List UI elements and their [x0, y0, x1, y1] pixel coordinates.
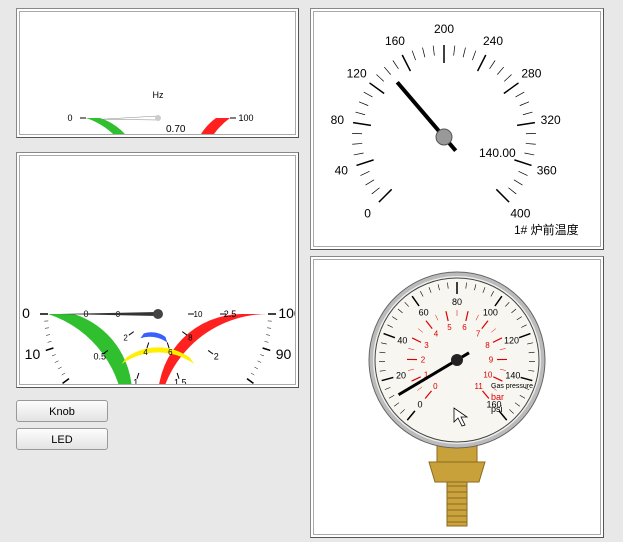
svg-text:6: 6 — [168, 348, 173, 357]
svg-text:8: 8 — [485, 341, 490, 350]
gauge-hz-panel: 0102030405060708090100Hz0.70 — [16, 8, 299, 138]
svg-text:8: 8 — [188, 334, 193, 343]
svg-text:0: 0 — [364, 206, 371, 220]
svg-text:3: 3 — [424, 341, 429, 350]
svg-text:200: 200 — [434, 22, 454, 36]
svg-text:4: 4 — [143, 348, 148, 357]
svg-text:400: 400 — [510, 206, 530, 220]
svg-text:160: 160 — [385, 34, 405, 48]
led-button[interactable]: LED — [16, 428, 108, 450]
svg-text:psi: psi — [491, 404, 503, 414]
svg-text:9: 9 — [489, 356, 494, 365]
svg-text:120: 120 — [347, 67, 367, 81]
gauge-hz: 0102030405060708090100Hz0.70 — [20, 12, 295, 134]
svg-text:10: 10 — [483, 370, 492, 379]
knob-button[interactable]: Knob — [16, 400, 108, 422]
svg-text:bar: bar — [491, 392, 504, 402]
svg-text:Hz: Hz — [153, 90, 164, 100]
gauge-pressure-panel: 02040608010012014016001234567891011Gas p… — [310, 256, 604, 538]
svg-text:0: 0 — [433, 382, 438, 391]
svg-text:100: 100 — [483, 308, 498, 318]
gauge-temp: 0 40 80 120 160 200 240 280 320 360 400 140.00 1# 炉前… — [314, 12, 600, 246]
svg-text:140: 140 — [505, 370, 520, 380]
svg-text:20: 20 — [396, 370, 406, 380]
svg-text:120: 120 — [504, 335, 519, 345]
gauge-multi: 010203040506070809010000.511.522.5024681… — [20, 156, 295, 384]
svg-text:4: 4 — [434, 329, 439, 338]
svg-text:0: 0 — [67, 113, 72, 123]
svg-text:40: 40 — [335, 163, 349, 177]
svg-text:20: 20 — [43, 383, 59, 384]
svg-text:80: 80 — [452, 297, 462, 307]
svg-text:0: 0 — [22, 305, 30, 321]
svg-text:7: 7 — [476, 329, 481, 338]
svg-text:0: 0 — [418, 400, 423, 410]
svg-text:100: 100 — [278, 305, 295, 321]
svg-text:60: 60 — [419, 308, 429, 318]
svg-text:10: 10 — [194, 310, 203, 319]
svg-text:40: 40 — [397, 335, 407, 345]
svg-text:2: 2 — [214, 351, 219, 361]
gauge-multi-panel: 010203040506070809010000.511.522.5024681… — [16, 152, 299, 388]
svg-text:10: 10 — [25, 346, 41, 362]
app-canvas: 0102030405060708090100Hz0.70 01020304050… — [0, 0, 623, 542]
svg-text:Gas pressure: Gas pressure — [491, 383, 533, 390]
gauge-pressure: 02040608010012014016001234567891011Gas p… — [314, 260, 600, 534]
svg-text:90: 90 — [276, 346, 292, 362]
svg-text:11: 11 — [475, 382, 484, 391]
svg-text:0.70: 0.70 — [166, 124, 186, 134]
svg-text:360: 360 — [537, 163, 557, 177]
svg-text:6: 6 — [462, 323, 467, 332]
svg-text:2: 2 — [123, 334, 128, 343]
svg-text:80: 80 — [257, 383, 273, 384]
svg-text:5: 5 — [447, 323, 452, 332]
svg-text:2: 2 — [421, 356, 426, 365]
svg-text:240: 240 — [483, 34, 503, 48]
svg-text:1# 炉前温度: 1# 炉前温度 — [514, 222, 579, 237]
svg-text:1.5: 1.5 — [174, 377, 187, 384]
svg-text:80: 80 — [331, 113, 345, 127]
svg-text:280: 280 — [521, 67, 541, 81]
svg-text:320: 320 — [541, 113, 561, 127]
svg-text:140.00: 140.00 — [479, 146, 516, 160]
svg-text:100: 100 — [238, 113, 253, 123]
gauge-temp-panel: 0 40 80 120 160 200 240 280 320 360 400 140.00 1# 炉前… — [310, 8, 604, 250]
